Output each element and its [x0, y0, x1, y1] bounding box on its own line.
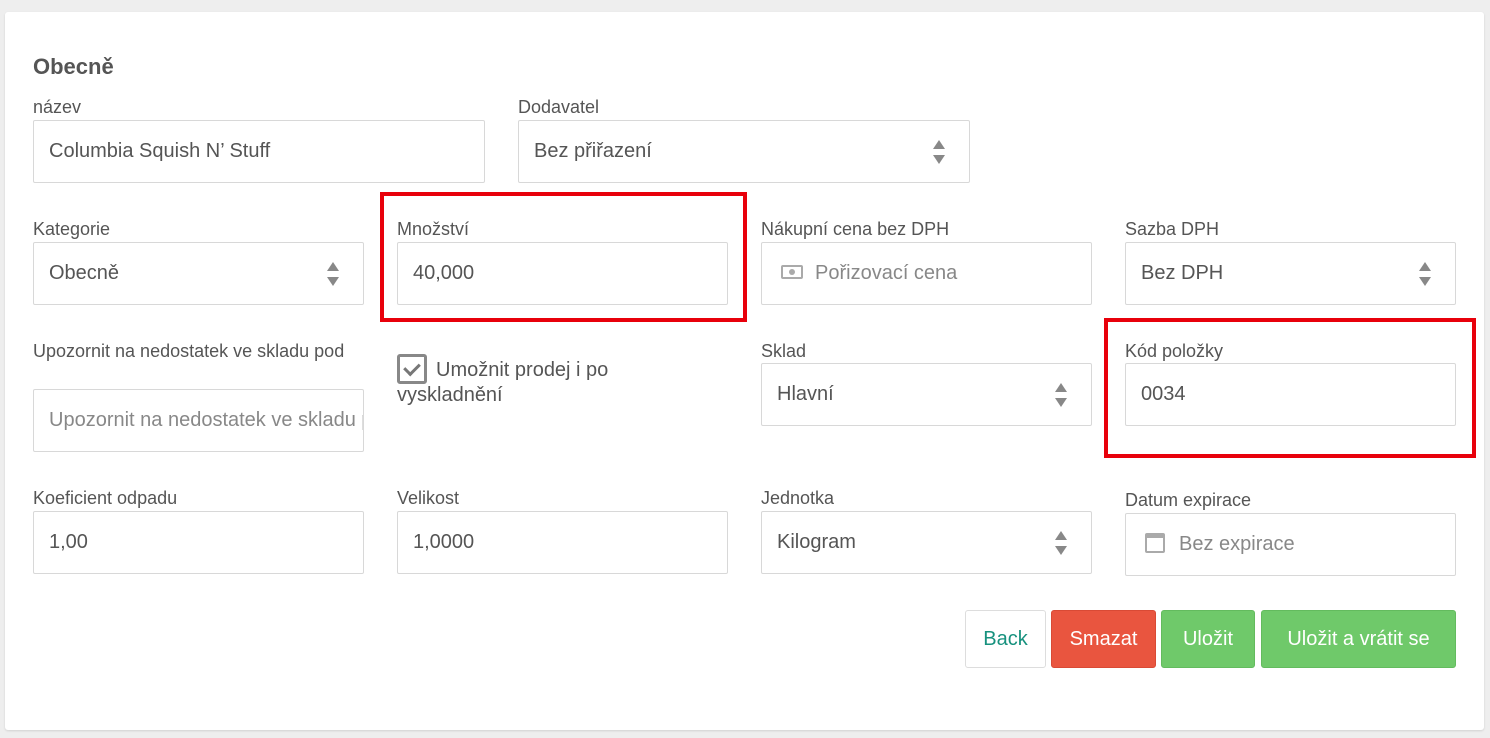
vat-rate-value: Bez DPH	[1141, 262, 1224, 284]
select-arrows-icon	[1055, 529, 1067, 557]
waste-coef-input[interactable]: 1,00	[33, 511, 364, 574]
expiry-label: Datum expirace	[1125, 490, 1252, 510]
select-arrows-icon	[327, 260, 339, 288]
category-value: Obecně	[49, 262, 120, 284]
calendar-icon	[1145, 532, 1165, 553]
select-arrows-icon	[1055, 381, 1067, 409]
supplier-select[interactable]: Bez přiřazení	[518, 120, 970, 183]
warehouse-label: Sklad	[761, 341, 807, 361]
low-stock-placeholder: Upozornit na nedostatek ve skladu pod	[49, 409, 364, 431]
purchase-price-input[interactable]: Pořizovací cena	[761, 242, 1092, 305]
name-label: název	[33, 97, 82, 117]
low-stock-label: Upozornit na nedostatek ve skladu pod	[33, 341, 345, 361]
warehouse-value: Hlavní	[777, 383, 834, 405]
save-and-return-button[interactable]: Uložit a vrátit se	[1261, 610, 1456, 668]
low-stock-input[interactable]: Upozornit na nedostatek ve skladu pod	[33, 389, 364, 452]
delete-button[interactable]: Smazat	[1051, 610, 1156, 668]
size-value: 1,0000	[413, 531, 475, 553]
name-value: Columbia Squish N’ Stuff	[49, 140, 271, 162]
purchase-price-label: Nákupní cena bez DPH	[761, 219, 950, 239]
name-input[interactable]: Columbia Squish N’ Stuff	[33, 120, 485, 183]
unit-value: Kilogram	[777, 531, 856, 553]
purchase-price-placeholder: Pořizovací cena	[815, 262, 958, 284]
unit-select[interactable]: Kilogram	[761, 511, 1092, 574]
category-select[interactable]: Obecně	[33, 242, 364, 305]
unit-label: Jednotka	[761, 488, 835, 508]
size-input[interactable]: 1,0000	[397, 511, 728, 574]
section-title: Obecně	[33, 54, 114, 79]
save-button[interactable]: Uložit	[1161, 610, 1255, 668]
warehouse-select[interactable]: Hlavní	[761, 363, 1092, 426]
money-icon	[781, 264, 803, 279]
supplier-label: Dodavatel	[518, 97, 600, 117]
expiry-input[interactable]: Bez expirace	[1125, 513, 1456, 576]
vat-rate-label: Sazba DPH	[1125, 219, 1220, 239]
select-arrows-icon	[1419, 260, 1431, 288]
back-button[interactable]: Back	[965, 610, 1046, 668]
vat-rate-select[interactable]: Bez DPH	[1125, 242, 1456, 305]
item-code-highlight-box	[1104, 318, 1476, 458]
waste-coef-label: Koeficient odpadu	[33, 488, 178, 508]
select-arrows-icon	[933, 138, 945, 166]
size-label: Velikost	[397, 488, 460, 508]
category-label: Kategorie	[33, 219, 111, 239]
allow-sale-label: Umožnit prodej i po vyskladnění	[397, 359, 609, 406]
quantity-highlight-box	[380, 192, 747, 322]
expiry-placeholder: Bez expirace	[1179, 533, 1295, 555]
waste-coef-value: 1,00	[49, 531, 88, 553]
supplier-value: Bez přiřazení	[534, 140, 652, 162]
